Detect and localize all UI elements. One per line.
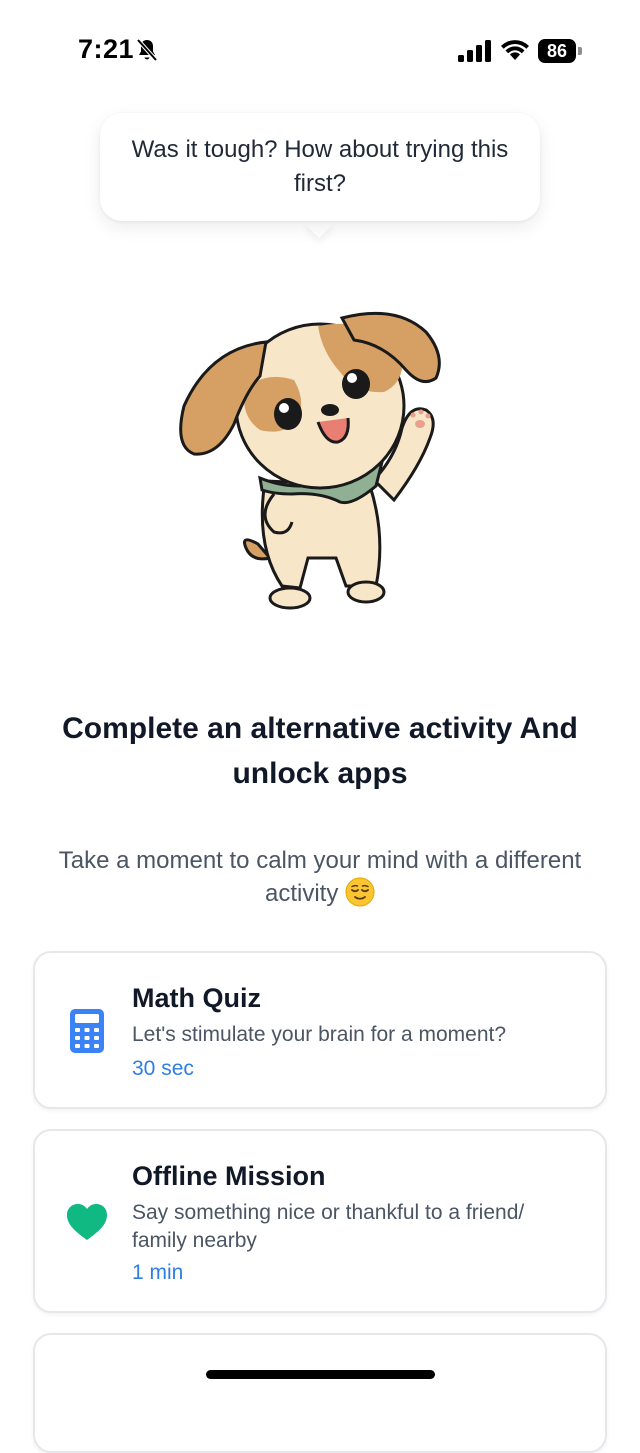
activity-card-math-quiz[interactable]: Math Quiz Let's stimulate your brain for… [33, 951, 607, 1109]
page-subtitle: Take a moment to calm your mind with a d… [30, 845, 610, 910]
page-title: Complete an alternative activity And unl… [62, 712, 578, 790]
bell-slash-icon [136, 38, 158, 62]
waving-puppy-illustration [179, 311, 441, 610]
home-indicator[interactable] [206, 1370, 435, 1379]
activity-duration: 30 sec [132, 1057, 194, 1080]
heart-icon [67, 1204, 107, 1240]
page-subtitle-text: Take a moment to calm your mind with a d… [58, 847, 582, 907]
speech-bubble-text: Was it tough? How about trying this firs… [131, 136, 509, 197]
status-bar: 7:21 86 [0, 0, 640, 100]
battery-level: 86 [538, 39, 576, 63]
activity-description: Say something nice or thankful to a frie… [132, 1201, 525, 1252]
activity-card-offline-mission[interactable]: Offline Mission Say something nice or th… [33, 1129, 607, 1313]
battery-icon: 86 [538, 39, 584, 63]
speech-bubble: Was it tough? How about trying this firs… [100, 113, 540, 221]
activity-title: Math Quiz [132, 983, 261, 1013]
calculator-icon [70, 1009, 104, 1053]
battery-cap [578, 47, 582, 55]
relieved-face-emoji [345, 877, 375, 907]
activity-card-next[interactable] [33, 1333, 607, 1453]
status-time: 7:21 [78, 34, 135, 64]
wifi-icon [501, 40, 529, 60]
activity-title: Offline Mission [132, 1161, 326, 1191]
activity-duration: 1 min [132, 1261, 184, 1284]
cellular-signal-icon [458, 40, 491, 62]
activity-description: Let's stimulate your brain for a moment? [132, 1023, 507, 1046]
